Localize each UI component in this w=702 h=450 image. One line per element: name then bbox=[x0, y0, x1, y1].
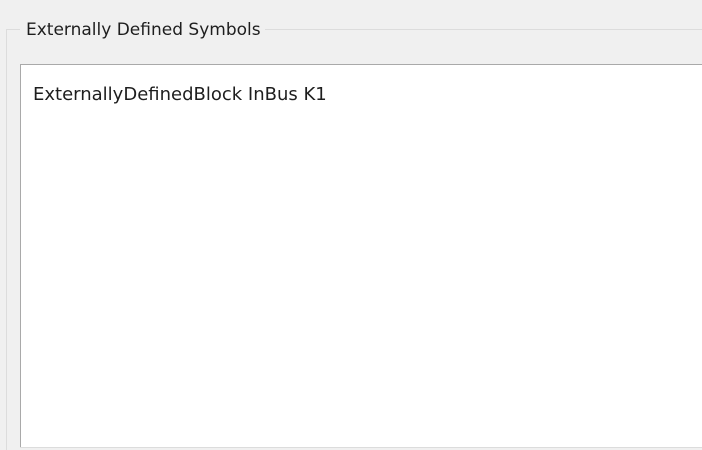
groupbox-title: Externally Defined Symbols bbox=[20, 18, 265, 42]
symbols-listbox[interactable]: ExternallyDefinedBlock InBus K1 bbox=[20, 64, 702, 448]
list-item[interactable]: ExternallyDefinedBlock InBus K1 bbox=[33, 83, 327, 107]
divider bbox=[20, 447, 702, 448]
